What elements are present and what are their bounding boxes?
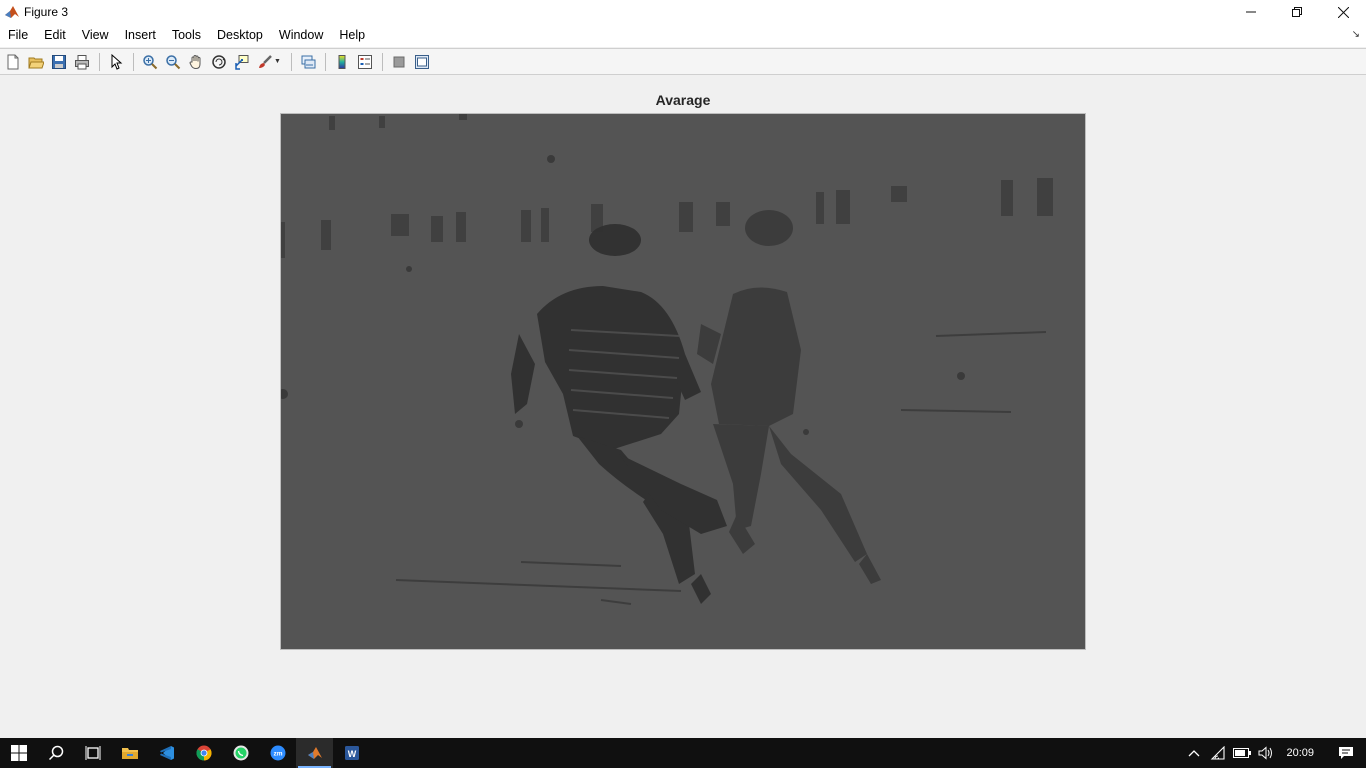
task-view-button[interactable] (74, 738, 111, 768)
link-plot-button[interactable] (297, 51, 319, 73)
start-button[interactable] (0, 738, 37, 768)
close-icon (1337, 6, 1349, 18)
matlab-logo-icon (4, 4, 20, 20)
zoom-icon: zm (270, 745, 285, 761)
legend-button[interactable] (354, 51, 376, 73)
toolbar-separator (99, 52, 100, 71)
data-cursor-icon (235, 54, 249, 70)
taskbar-file-explorer[interactable] (111, 738, 148, 768)
svg-text:zm: zm (273, 751, 282, 758)
open-icon (28, 57, 44, 68)
rotate-3d-icon (212, 54, 226, 69)
open-button[interactable] (25, 51, 47, 73)
menu-tools[interactable]: Tools (164, 24, 209, 47)
notification-icon (1339, 747, 1353, 759)
chevron-up-icon (1189, 750, 1200, 757)
dock-figure-icon[interactable]: ↘ (1352, 29, 1360, 40)
menu-bar: File Edit View Insert Tools Desktop Wind… (0, 24, 1366, 47)
averaged-image[interactable] (280, 113, 1086, 650)
close-button[interactable] (1320, 0, 1366, 24)
taskbar-chrome[interactable] (185, 738, 222, 768)
show-hidden-icons-button[interactable] (1182, 738, 1206, 768)
matlab-icon (307, 747, 322, 759)
toolbar-separator (133, 52, 134, 71)
pointer-icon (111, 53, 123, 70)
toolbar-separator (291, 52, 292, 71)
print-icon (75, 54, 89, 69)
hide-plot-tools-button[interactable] (388, 51, 410, 73)
menu-window[interactable]: Window (271, 24, 331, 47)
zoom-out-button[interactable] (162, 51, 184, 73)
brush-dropdown-icon[interactable]: ▼ (274, 58, 282, 65)
minimize-button[interactable] (1228, 0, 1274, 24)
wifi-icon (1211, 746, 1226, 760)
taskbar-word[interactable]: W (333, 738, 370, 768)
task-view-icon (85, 746, 100, 760)
taskbar-zoom[interactable]: zm (259, 738, 296, 768)
system-tray: 20:09 (1182, 738, 1366, 768)
zoom-in-icon (143, 54, 158, 69)
windows-start-icon (10, 745, 27, 761)
battery-button[interactable] (1230, 738, 1254, 768)
battery-icon (1233, 748, 1252, 758)
save-button[interactable] (48, 51, 70, 73)
pan-icon (189, 54, 201, 69)
network-button[interactable] (1206, 738, 1230, 768)
brush-button[interactable] (254, 51, 276, 73)
restore-icon (1292, 7, 1302, 17)
taskbar-whatsapp[interactable] (222, 738, 259, 768)
taskbar-vscode[interactable] (148, 738, 185, 768)
figure-toolbar: ▼ (0, 48, 1366, 75)
volume-button[interactable] (1254, 738, 1278, 768)
show-plot-tools-icon (415, 54, 429, 69)
new-figure-icon (7, 54, 19, 69)
soccer-players-image (281, 114, 1085, 649)
brush-icon (259, 54, 272, 68)
toolbar-separator (382, 52, 383, 71)
action-center-button[interactable] (1326, 738, 1366, 768)
chrome-icon (195, 745, 212, 761)
colorbar-button[interactable] (331, 51, 353, 73)
zoom-out-icon (166, 54, 181, 69)
search-button[interactable] (37, 738, 74, 768)
edit-plot-button[interactable] (105, 51, 127, 73)
legend-icon (358, 54, 372, 69)
zoom-in-button[interactable] (139, 51, 161, 73)
link-plot-icon (301, 55, 316, 68)
whatsapp-icon (233, 745, 248, 761)
show-plot-tools-button[interactable] (411, 51, 433, 73)
speaker-icon (1258, 746, 1273, 760)
rotate-3d-button[interactable] (208, 51, 230, 73)
figure-canvas: Avarage (0, 76, 1366, 738)
taskbar-clock[interactable]: 20:09 (1278, 747, 1326, 759)
colorbar-icon (338, 54, 346, 69)
data-cursor-button[interactable] (231, 51, 253, 73)
window-title: Figure 3 (24, 5, 69, 19)
menu-file[interactable]: File (0, 24, 36, 47)
windows-taskbar: zm W 20:09 (0, 738, 1366, 768)
search-icon (48, 745, 63, 761)
pan-button[interactable] (185, 51, 207, 73)
svg-text:W: W (347, 749, 356, 759)
menu-insert[interactable]: Insert (117, 24, 164, 47)
menu-view[interactable]: View (74, 24, 117, 47)
taskbar-matlab[interactable] (296, 738, 333, 768)
menu-desktop[interactable]: Desktop (209, 24, 271, 47)
menu-help[interactable]: Help (331, 24, 373, 47)
hide-plot-tools-icon (393, 56, 405, 67)
minimize-icon (1246, 11, 1256, 13)
save-icon (52, 54, 66, 69)
vscode-icon (159, 746, 174, 760)
menu-edit[interactable]: Edit (36, 24, 74, 47)
axes-title: Avarage (655, 92, 711, 108)
print-button[interactable] (71, 51, 93, 73)
toolbar-separator (325, 52, 326, 71)
restore-button[interactable] (1274, 0, 1320, 24)
file-explorer-icon (121, 748, 138, 759)
title-bar: Figure 3 (0, 0, 1366, 24)
word-icon: W (344, 746, 359, 760)
new-figure-button[interactable] (2, 51, 24, 73)
